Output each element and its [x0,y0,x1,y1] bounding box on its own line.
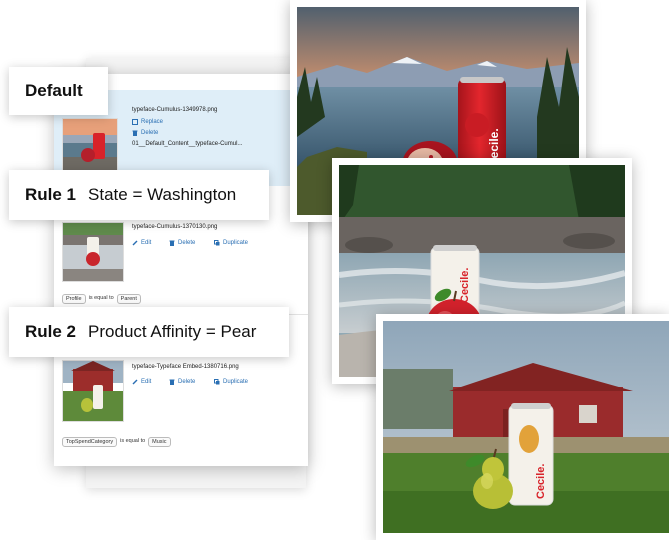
editor-panel: typeface-Cumulus-1349978.png Replace Del… [54,74,308,466]
rule2-duplicate-link[interactable]: Duplicate [214,379,248,385]
edit-label: Edit [141,379,152,385]
delete-label: Delete [141,130,159,136]
cond-operator: is equal to [88,295,114,301]
rule2-name: Rule 2 [25,322,77,341]
default-label-text: Default [25,81,83,100]
duplicate-label: Duplicate [223,240,249,246]
rule1-thumbnail [62,222,124,282]
duplicate-label: Duplicate [223,379,249,385]
rule2-label: Rule 2 Product Affinity = Pear [9,307,289,357]
trash-icon [169,379,175,385]
can-brand-text: Cecile. [535,464,547,499]
rule1-label: Rule 1 State = Washington [9,170,269,220]
default-thumbnail [62,118,118,174]
replace-link[interactable]: Replace [132,119,163,125]
trash-icon [132,130,138,136]
cond-value: Music [148,437,171,447]
edit-label: Edit [141,240,152,246]
can-brand-text: Cecile. [459,268,471,303]
rule2-edit-link[interactable]: Edit [132,379,151,385]
cond-operator: is equal to [120,438,146,444]
rule2-filename: typeface-Typeface Embed-1380716.png [132,364,239,370]
delete-label: Delete [178,240,196,246]
rule1-condition-text: State = Washington [88,185,237,204]
default-content-name: 01__Default_Content__typeface-Cumul... [132,141,243,147]
rule2-content-row[interactable]: typeface-Typeface Embed-1380716.png Edit… [54,344,308,454]
duplicate-icon [214,240,220,246]
pencil-icon [132,379,138,385]
rule1-edit-link[interactable]: Edit [132,240,151,246]
cond-field: TopSpendCategory [62,437,118,447]
pencil-icon [132,240,138,246]
rule1-name: Rule 1 [25,185,77,204]
delete-link[interactable]: Delete [132,130,158,136]
cond-value: Parent [116,294,141,304]
rule1-filename: typeface-Cumulus-1370130.png [132,224,218,230]
duplicate-icon [214,379,220,385]
trash-icon [169,240,175,246]
delete-label: Delete [178,379,196,385]
rule2-thumbnail [62,360,124,422]
rule1-delete-link[interactable]: Delete [169,240,195,246]
rule1-condition: Profile is equal to Parent [62,294,141,304]
replace-label: Replace [141,119,164,125]
cond-field: Profile [62,294,86,304]
rule1-duplicate-link[interactable]: Duplicate [214,240,248,246]
rule2-delete-link[interactable]: Delete [169,379,195,385]
rule2-product-image: Cecile. [376,314,669,540]
default-label: Default [9,67,108,115]
replace-icon [132,119,138,125]
default-filename: typeface-Cumulus-1349978.png [132,107,218,113]
rule2-condition-text: Product Affinity = Pear [88,322,257,341]
rule2-condition: TopSpendCategory is equal to Music [62,437,171,447]
